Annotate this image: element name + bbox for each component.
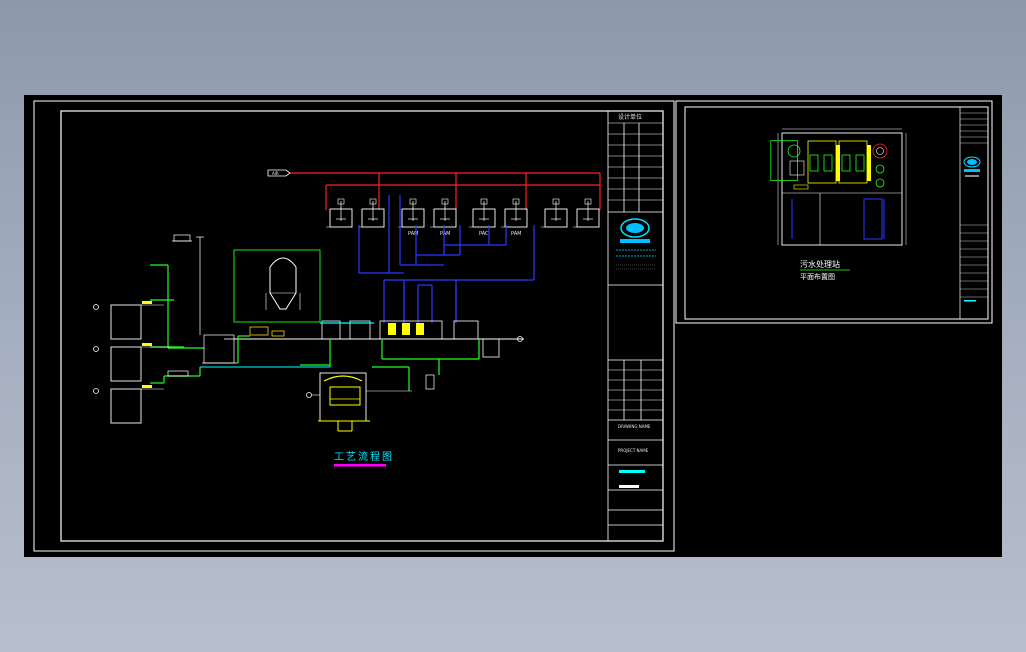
sheet2-logo (963, 156, 981, 177)
dosing-tank (398, 198, 425, 228)
sheet2-subtitle: 平面布置图 (800, 272, 835, 281)
sheet-layout-plan[interactable]: 污水处理站 平面布置图 (675, 100, 993, 324)
inlet-pipe (167, 234, 331, 377)
chemical-pipe-network (358, 195, 535, 323)
dosing-tank-row: PAM PAM PAC PAM (326, 198, 600, 237)
sludge-silo (233, 249, 321, 337)
sludge-tank (306, 372, 435, 432)
dosing-tank (501, 198, 528, 228)
air-inlet-tag: AIR (272, 171, 279, 176)
tank-label: PAM (511, 231, 521, 237)
dosing-tank (573, 198, 600, 228)
titleblock-cyan-line (619, 470, 645, 473)
tank-label: PAM (440, 231, 450, 237)
title-block (607, 111, 663, 541)
tank-label: PAM (408, 231, 418, 237)
company-logo (616, 218, 656, 270)
dosing-tank (541, 198, 568, 228)
cad-viewport[interactable]: 设计单位 DRAWING NAME PROJECT NAME AIR PAM P… (24, 95, 1002, 557)
dosing-tank (469, 198, 496, 228)
sheet1-title: 工艺流程图 (334, 450, 394, 463)
drawing-canvas: 设计单位 DRAWING NAME PROJECT NAME AIR PAM P… (33, 100, 993, 552)
dosing-tank (326, 198, 353, 228)
titleblock-project: PROJECT NAME (618, 448, 649, 453)
site-plan (770, 128, 907, 246)
titleblock-drawing-no: DRAWING NAME (618, 424, 651, 429)
dosing-tank (430, 198, 457, 228)
sheet2-title: 污水处理站 (800, 259, 840, 269)
sheet1-title-underline (334, 464, 386, 467)
green-pipe-network (150, 264, 480, 391)
air-pipe-network (289, 172, 601, 210)
dosing-tank (358, 198, 385, 228)
titleblock-header: 设计单位 (618, 113, 642, 121)
sheet2-cyan-line (964, 300, 976, 302)
left-storage-tanks (93, 301, 170, 424)
titleblock-white-line (619, 485, 639, 488)
tank-label: PAC (479, 231, 489, 237)
sheet-process-flow[interactable]: 设计单位 DRAWING NAME PROJECT NAME AIR PAM P… (33, 100, 675, 552)
